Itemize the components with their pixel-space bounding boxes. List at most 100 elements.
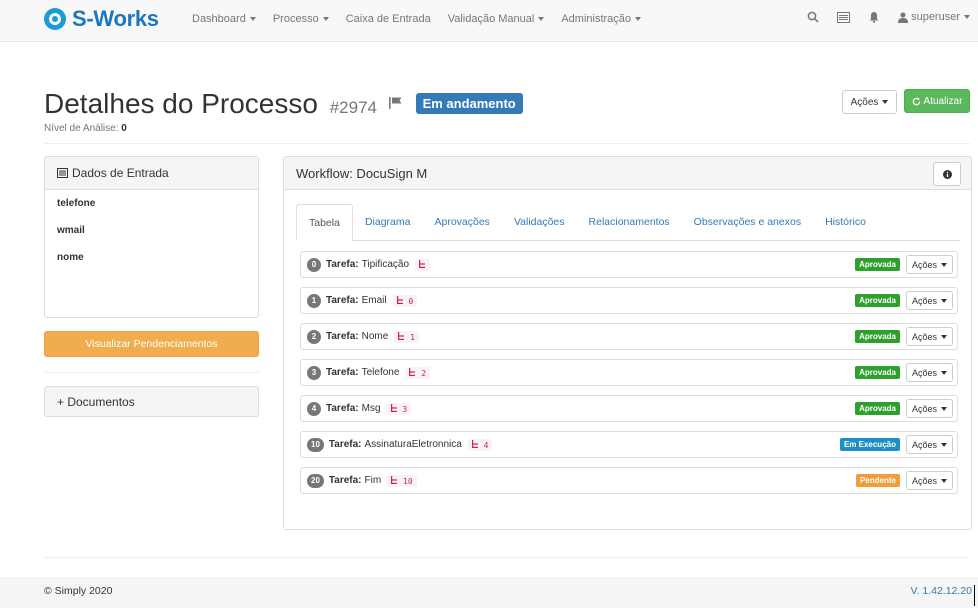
task-acoes-button[interactable]: Ações	[905, 327, 953, 346]
task-acoes-button[interactable]: Ações	[905, 471, 953, 490]
task-code-value: 4	[483, 440, 489, 450]
tab-aprovacoes[interactable]: Aprovações	[422, 204, 501, 240]
sitemap-icon	[396, 295, 403, 304]
nav-dashboard[interactable]: Dashboard	[192, 13, 256, 25]
page-title-text: Detalhes do Processo	[44, 88, 318, 119]
task-acoes-label: Ações	[911, 331, 937, 342]
task-prefix: Tarefa:	[326, 259, 359, 270]
task-name[interactable]: Fim	[365, 475, 382, 486]
task-acoes-button[interactable]: Ações	[905, 363, 953, 382]
documentos-panel[interactable]: + Documentos	[44, 386, 259, 417]
caret-down-icon	[941, 442, 947, 447]
caret-down-icon	[941, 370, 947, 375]
refresh-icon	[912, 96, 920, 105]
task-code: 4	[467, 438, 493, 451]
bell-icon[interactable]	[868, 11, 880, 23]
tab-observacoes-anexos[interactable]: Observações e anexos	[682, 204, 813, 240]
task-code-value: 1	[410, 332, 415, 342]
brand-logo[interactable]: S-Works	[44, 6, 159, 32]
field-telefone[interactable]: telefone	[57, 194, 246, 221]
nav-right: superuser	[807, 11, 978, 23]
field-nome[interactable]: nome	[57, 248, 246, 275]
brand-name: S-Works	[72, 6, 159, 31]
version-link[interactable]: V. 1.42.12.20	[910, 585, 972, 597]
nav-processo[interactable]: Processo	[273, 13, 329, 25]
task-number-badge: 4	[307, 401, 321, 416]
task-name[interactable]: AssinaturaEletronnica	[365, 439, 462, 450]
tab-validacoes[interactable]: Validações	[502, 204, 577, 240]
task-acoes-label: Ações	[911, 259, 937, 270]
task-row[interactable]: 10 Tarefa: AssinaturaEletronnica 4 Em Execu…	[300, 431, 958, 458]
task-status-badge: Aprovada	[855, 258, 900, 271]
task-code: 3	[386, 402, 412, 415]
tab-relacionamentos[interactable]: Relacionamentos	[577, 204, 682, 240]
nav-validacao-manual[interactable]: Validação Manual	[448, 13, 545, 25]
sitemap-icon	[409, 367, 416, 376]
caret-down-icon	[941, 334, 947, 339]
task-list: 0 Tarefa: Tipificação Aprovada Ações 1 Tarefa:…	[300, 251, 958, 503]
task-acoes-button[interactable]: Ações	[905, 435, 953, 454]
task-prefix: Tarefa:	[328, 439, 362, 450]
task-row[interactable]: 4 Tarefa: Msg 3 Aprovada Ações	[300, 395, 958, 422]
acoes-button[interactable]: Ações	[842, 90, 897, 114]
task-acoes-button[interactable]: Ações	[905, 255, 953, 274]
sitemap-icon	[391, 475, 398, 484]
user-icon	[898, 12, 909, 23]
analysis-level: Nível de Análise: 0	[44, 123, 127, 134]
info-button[interactable]	[933, 162, 961, 186]
task-status-badge: Em Execução	[839, 438, 900, 451]
task-actions: Pendente Ações	[855, 471, 953, 490]
task-row[interactable]: 3 Tarefa: Telefone 2 Aprovada Ações	[300, 359, 958, 386]
logo-icon	[44, 8, 66, 30]
text-cursor	[974, 585, 975, 606]
task-acoes-button[interactable]: Ações	[905, 291, 953, 310]
task-number-badge: 2	[307, 329, 321, 344]
task-name[interactable]: Telefone	[362, 367, 400, 378]
task-code	[415, 258, 431, 271]
main-menu: Dashboard Processo Caixa de Entrada Vali…	[192, 13, 658, 25]
tab-diagrama[interactable]: Diagrama	[353, 204, 423, 240]
nav-caixa-entrada[interactable]: Caixa de Entrada	[346, 13, 431, 25]
task-actions: Aprovada Ações	[855, 399, 953, 418]
task-actions: Aprovada Ações	[855, 327, 953, 346]
tab-tabela[interactable]: Tabela	[296, 204, 353, 241]
task-row[interactable]: 2 Tarefa: Nome 1 Aprovada Ações	[300, 323, 958, 350]
field-wmail[interactable]: wmail	[57, 221, 246, 248]
task-actions: Aprovada Ações	[855, 363, 953, 382]
search-icon[interactable]	[807, 11, 819, 23]
flag-icon[interactable]	[388, 84, 402, 116]
task-code-value: 0	[408, 296, 414, 306]
task-code: 2	[405, 366, 431, 379]
user-menu[interactable]: superuser	[898, 11, 970, 23]
tab-historico[interactable]: Histórico	[813, 204, 878, 240]
dados-entrada-panel: Dados de Entrada telefone wmail nome	[44, 156, 259, 318]
task-actions: Aprovada Ações	[855, 291, 953, 310]
sitemap-icon	[419, 259, 426, 268]
task-name[interactable]: Email	[362, 295, 387, 306]
task-prefix: Tarefa:	[326, 367, 359, 378]
task-name[interactable]: Tipificação	[362, 259, 409, 270]
task-row[interactable]: 20 Tarefa: Fim 10 Pendente Ações	[300, 467, 958, 494]
task-name[interactable]: Nome	[362, 331, 389, 342]
top-navbar: S-Works Dashboard Processo Caixa de Entr…	[0, 0, 978, 42]
task-acoes-button[interactable]: Ações	[905, 399, 953, 418]
task-row[interactable]: 0 Tarefa: Tipificação Aprovada Ações	[300, 251, 958, 278]
task-acoes-label: Ações	[911, 367, 937, 378]
nav-administracao[interactable]: Administração	[561, 13, 642, 25]
task-code-value: 3	[402, 404, 408, 414]
task-code: 1	[394, 330, 419, 343]
task-status-badge: Aprovada	[855, 330, 900, 343]
task-name[interactable]: Msg	[362, 403, 381, 414]
info-icon	[942, 169, 952, 179]
task-status-badge: Aprovada	[855, 402, 900, 415]
task-prefix: Tarefa:	[328, 475, 362, 486]
list-icon[interactable]	[837, 11, 851, 23]
copyright: © Simply 2020	[44, 585, 113, 597]
caret-down-icon	[964, 15, 970, 19]
page-title: Detalhes do Processo #2974 Em andamento	[44, 84, 523, 120]
task-row[interactable]: 1 Tarefa: Email 0 Aprovada Ações	[300, 287, 958, 314]
divider	[44, 372, 259, 373]
visualizar-pendenciamentos-button[interactable]: Visualizar Pendenciamentos	[44, 331, 259, 357]
refresh-button[interactable]: Atualizar	[904, 89, 970, 113]
list-alt-icon	[57, 168, 68, 178]
